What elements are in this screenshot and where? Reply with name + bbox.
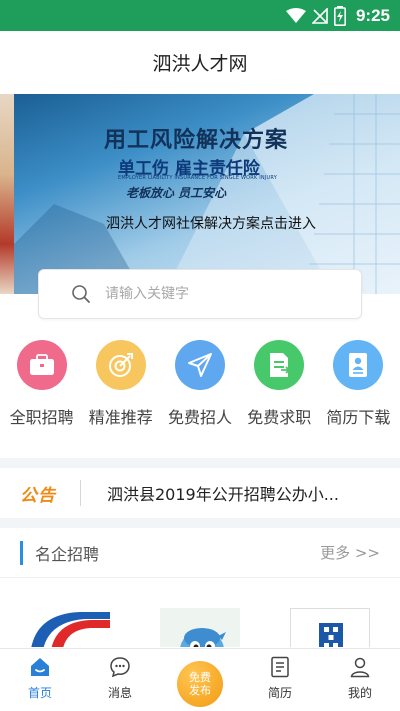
document-person-icon (333, 340, 384, 390)
post-button-label-line1: 免费 (189, 671, 211, 684)
featured-companies-header: 名企招聘 更多 >> (0, 528, 400, 578)
promo-banner[interactable]: 用工风险解决方案 单工伤 雇主责任险 EMPLOYER LIABILITY IN… (0, 94, 400, 294)
banner-slide[interactable]: 用工风险解决方案 单工伤 雇主责任险 EMPLOYER LIABILITY IN… (14, 94, 400, 294)
company-logo-row (0, 579, 400, 647)
status-bar: 9:25 (0, 0, 400, 31)
quick-action-free-jobseek[interactable]: 免费求职 (240, 340, 319, 435)
banner-slogan: 老板放心 员工安心 (126, 186, 227, 200)
tab-label: 简历 (267, 686, 292, 700)
status-icons: 9:25 (285, 5, 390, 27)
battery-charging-icon (333, 6, 346, 26)
briefcase-icon (16, 340, 67, 390)
tab-label: 消息 (107, 686, 132, 700)
banner-prev-slide-peek (0, 94, 14, 294)
status-time: 9:25 (355, 6, 390, 25)
quick-action-label: 全职招聘 (9, 408, 74, 427)
divider (80, 480, 81, 506)
resume-icon (254, 340, 305, 390)
quick-action-recommend[interactable]: 精准推荐 (81, 340, 160, 435)
user-icon (350, 657, 370, 678)
tab-free-post[interactable]: 免费 发布 (160, 649, 240, 711)
tab-label: 首页 (27, 686, 52, 700)
target-icon (95, 340, 146, 390)
section-divider (0, 458, 400, 468)
notice-tag: 公告 (20, 485, 56, 506)
section-title: 名企招聘 (35, 544, 100, 564)
section-divider (0, 518, 400, 528)
banner-link-text[interactable]: 泗洪人才网社保解决方案点击进入 (106, 213, 316, 233)
notice-bar[interactable]: 公告 泗洪县2019年公开招聘公办小... (0, 468, 400, 518)
notice-text[interactable]: 泗洪县2019年公开招聘公办小... (107, 481, 367, 505)
search-input[interactable] (105, 286, 325, 302)
tab-home[interactable]: 首页 (0, 649, 80, 711)
tab-messages[interactable]: 消息 (80, 649, 160, 711)
page-title: 泗洪人才网 (152, 53, 248, 75)
quick-action-label: 免费招人 (168, 408, 233, 427)
no-signal-icon (311, 8, 328, 24)
section-accent-bar (20, 540, 23, 565)
search-bar[interactable] (38, 269, 362, 319)
quick-action-label: 免费求职 (247, 408, 312, 427)
quick-actions: 全职招聘 精准推荐 免费招人 免费求职 简历下载 (0, 340, 400, 435)
quick-action-fulltime-jobs[interactable]: 全职招聘 (2, 340, 81, 435)
search-icon (72, 285, 90, 303)
chat-icon (110, 657, 130, 678)
wifi-icon (285, 8, 306, 23)
banner-headline: 用工风险解决方案 (104, 128, 289, 153)
company-logo[interactable] (30, 608, 110, 647)
tab-profile[interactable]: 我的 (320, 649, 400, 711)
company-logo[interactable] (160, 608, 240, 647)
free-post-button[interactable]: 免费 发布 (177, 661, 223, 707)
home-icon (31, 658, 49, 676)
quick-action-label: 精准推荐 (88, 408, 153, 427)
paper-plane-icon (175, 340, 225, 390)
quick-action-free-hiring[interactable]: 免费招人 (160, 340, 239, 435)
quick-action-resume-download[interactable]: 简历下载 (319, 340, 398, 435)
company-logo[interactable] (290, 608, 370, 647)
resume-icon (271, 656, 289, 678)
tab-resume[interactable]: 简历 (240, 649, 320, 711)
post-button-label-line2: 发布 (189, 684, 211, 697)
bottom-tab-bar: 首页 消息 免费 发布 简历 我的 (0, 648, 400, 711)
app-header: 泗洪人才网 (0, 31, 400, 94)
banner-english-text: EMPLOYER LIABILITY INSURANCE FOR SINGLE … (118, 175, 277, 181)
more-link[interactable]: 更多 >> (320, 542, 380, 563)
quick-action-label: 简历下载 (326, 408, 391, 427)
tab-label: 我的 (347, 686, 372, 700)
